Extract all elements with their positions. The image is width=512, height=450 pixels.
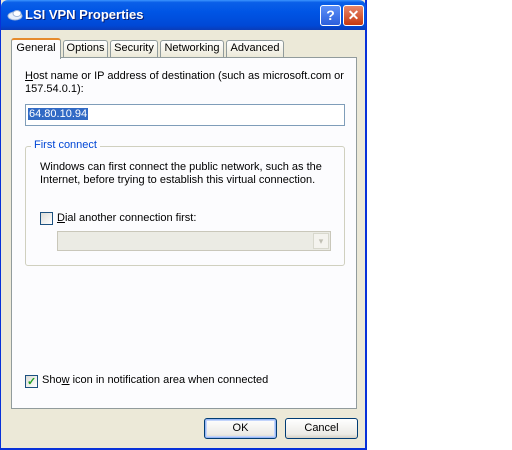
first-connect-title: First connect — [31, 139, 100, 151]
cancel-button[interactable]: Cancel — [285, 418, 358, 439]
tab-advanced[interactable]: Advanced — [226, 40, 284, 57]
host-input[interactable]: 64.80.10.94 — [25, 104, 345, 126]
connection-select: ▾ — [57, 231, 331, 251]
ok-button[interactable]: OK — [204, 418, 277, 439]
tab-security[interactable]: Security — [110, 40, 158, 57]
show-icon-label[interactable]: Show icon in notification area when conn… — [42, 374, 268, 386]
host-input-value: 64.80.10.94 — [28, 108, 89, 120]
window-title: LSI VPN Properties — [25, 7, 144, 22]
dial-another-label[interactable]: Dial another connection first: — [57, 212, 196, 224]
first-connect-description-line2: Internet, before trying to establish thi… — [40, 174, 316, 186]
tab-networking[interactable]: Networking — [160, 40, 224, 57]
host-label-line2: 157.54.0.1): — [25, 83, 84, 95]
show-icon-checkbox[interactable]: ✓ — [25, 375, 38, 388]
checkmark-icon: ✓ — [27, 376, 37, 388]
first-connect-description-line1: Windows can first connect the public net… — [40, 161, 322, 173]
tab-general[interactable]: General — [11, 38, 61, 59]
network-connection-icon — [7, 10, 23, 21]
help-button[interactable]: ? — [320, 5, 341, 26]
chevron-down-icon: ▾ — [313, 233, 329, 249]
host-label: Host name or IP address of destination (… — [25, 70, 344, 82]
title-bar[interactable]: LSI VPN Properties ? ✕ — [1, 0, 366, 30]
properties-dialog: LSI VPN Properties ? ✕ General Options S… — [0, 0, 367, 450]
close-button[interactable]: ✕ — [343, 5, 364, 26]
tab-options[interactable]: Options — [63, 40, 108, 57]
dial-another-checkbox[interactable] — [40, 212, 53, 225]
